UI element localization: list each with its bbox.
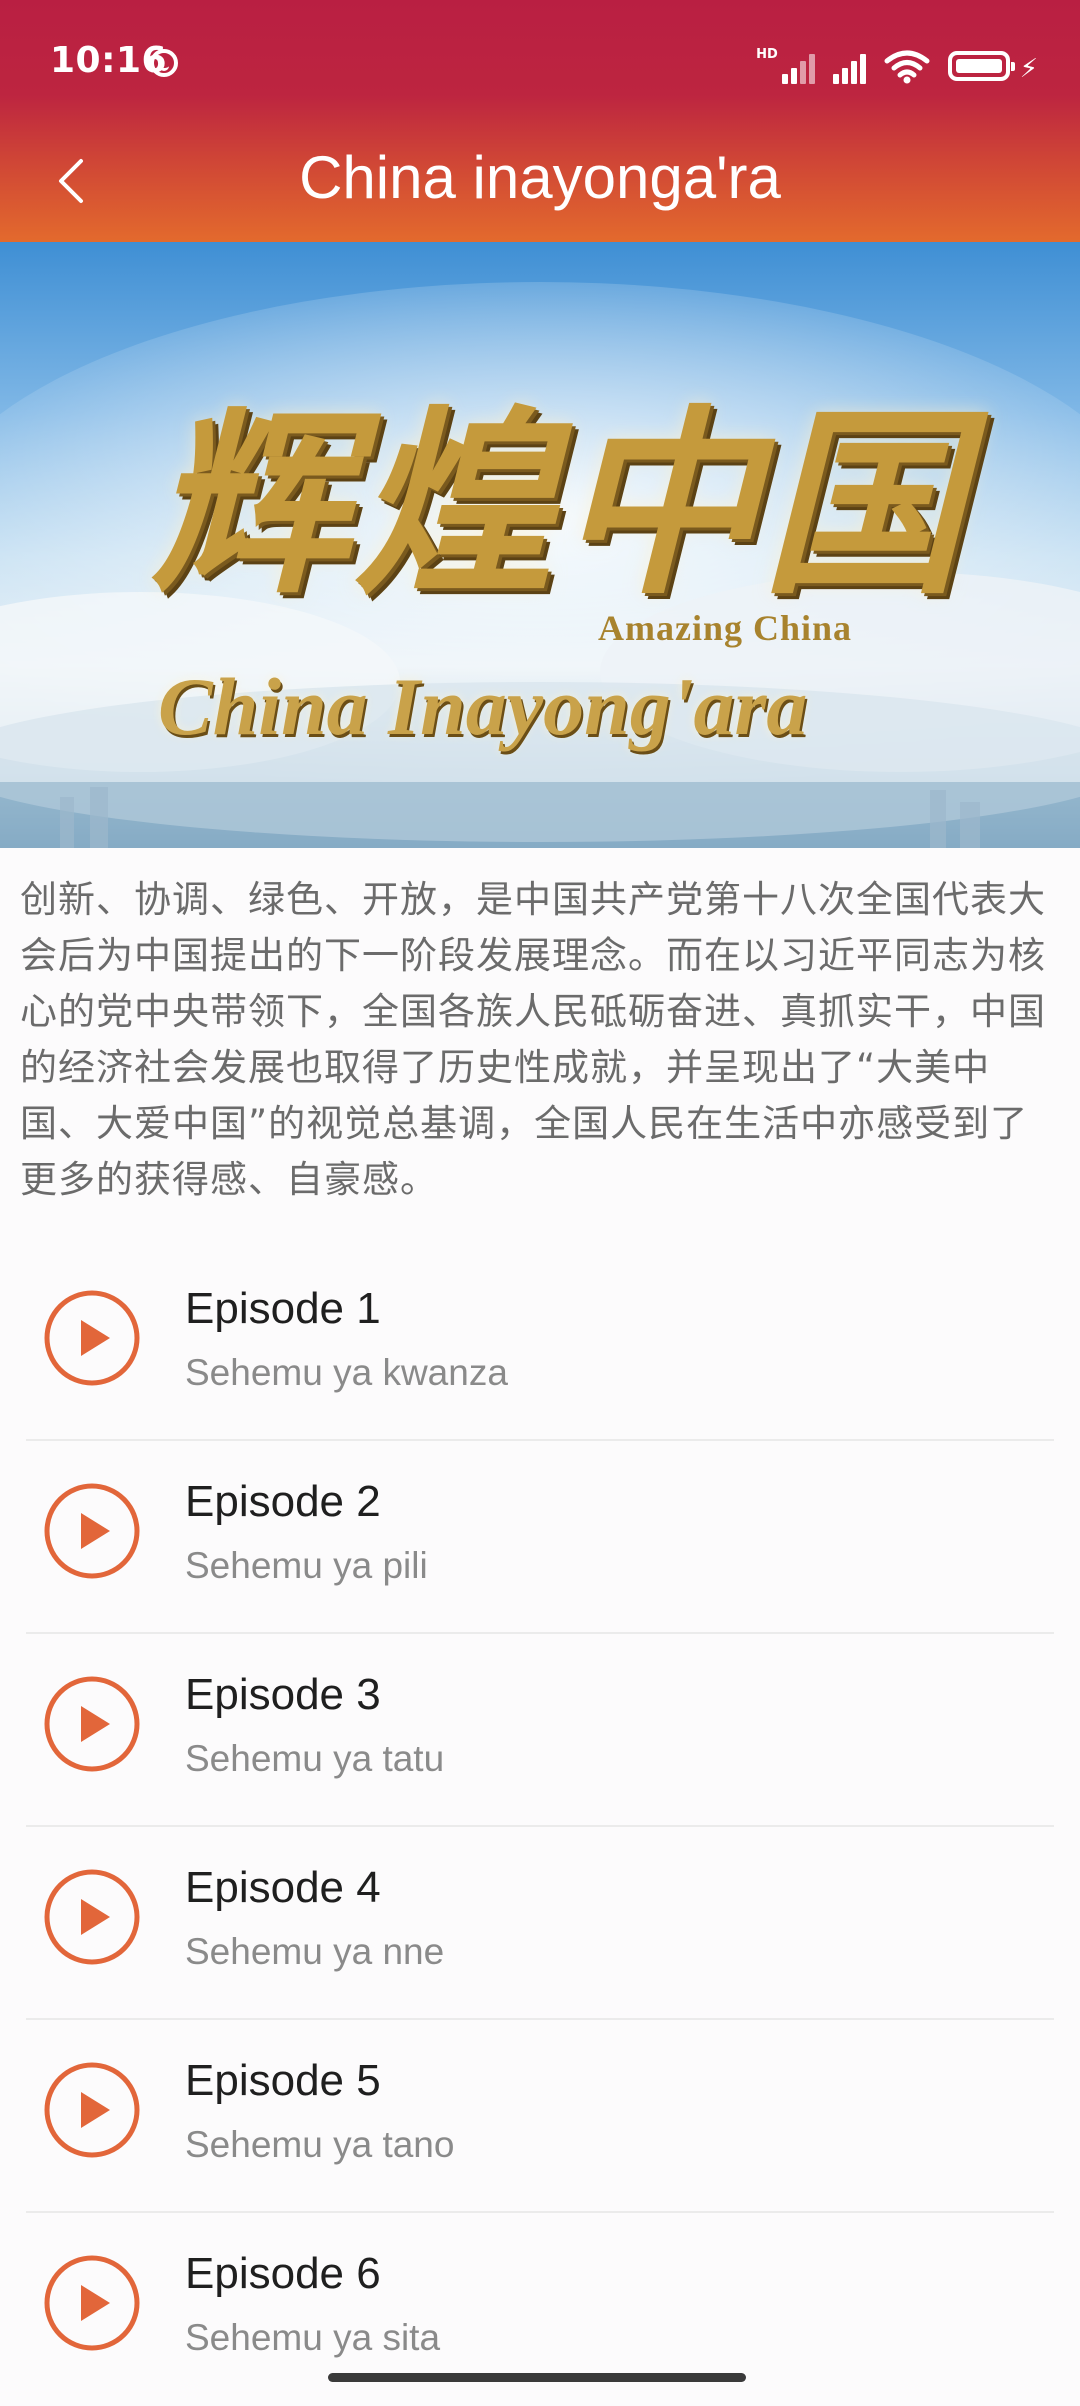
episode-subtitle: Sehemu ya kwanza [185,1352,508,1393]
play-icon[interactable] [43,2061,141,2159]
list-item[interactable]: Episode 5 Sehemu ya tano [26,2020,1054,2213]
charging-icon: ⚡ [1019,54,1038,84]
wifi-icon [884,50,930,84]
play-icon[interactable] [43,1482,141,1580]
play-icon[interactable] [43,2254,141,2352]
list-item[interactable]: Episode 3 Sehemu ya tatu [26,1634,1054,1827]
episode-title: Episode 6 [185,2249,381,2298]
hero-banner: 辉煌中国 Amazing China China Inayong'ara [0,242,1080,848]
home-indicator[interactable] [328,2373,746,2382]
app-bar: 10:16 HD ⚡ China inayonga'ra [0,0,1080,242]
episode-subtitle: Sehemu ya tano [185,2124,455,2165]
list-item[interactable]: Episode 4 Sehemu ya nne [26,1827,1054,2020]
episode-title: Episode 5 [185,2056,381,2105]
list-item[interactable]: Episode 2 Sehemu ya pili [26,1441,1054,1634]
play-icon[interactable] [43,1868,141,1966]
hd-signal-icon [781,50,815,84]
episode-subtitle: Sehemu ya sita [185,2317,441,2358]
episode-title: Episode 1 [185,1284,381,1333]
episode-subtitle: Sehemu ya nne [185,1931,445,1972]
status-bar: 10:16 HD ⚡ [0,0,1080,126]
toolbar: China inayonga'ra [0,126,1080,242]
episode-title: Episode 3 [185,1670,381,1719]
page-title: China inayonga'ra [299,144,781,211]
episode-title: Episode 4 [185,1863,381,1912]
face-icon [150,49,178,77]
episode-title: Episode 2 [185,1477,381,1526]
play-icon[interactable] [43,1289,141,1387]
episode-subtitle: Sehemu ya tatu [185,1738,445,1779]
battery-icon [947,51,1015,81]
list-item[interactable]: Episode 1 Sehemu ya kwanza [26,1248,1054,1441]
description-text: 创新、协调、绿色、开放，是中国共产党第十八次全国代表大会后为中国提出的下一阶段发… [20,878,1046,1201]
play-icon[interactable] [43,1675,141,1773]
episode-list: Episode 1 Sehemu ya kwanza Episode 2 Seh… [26,1248,1054,2406]
hero-subtitle: China Inayong'ara [158,661,808,752]
signal-icon [832,50,866,84]
hd-label: HD [756,47,778,62]
hero-cjk-title: 辉煌中国 [150,387,967,622]
episode-subtitle: Sehemu ya pili [185,1545,428,1586]
hero-english-title: Amazing China [598,608,853,648]
status-icons: HD ⚡ [756,44,1038,84]
